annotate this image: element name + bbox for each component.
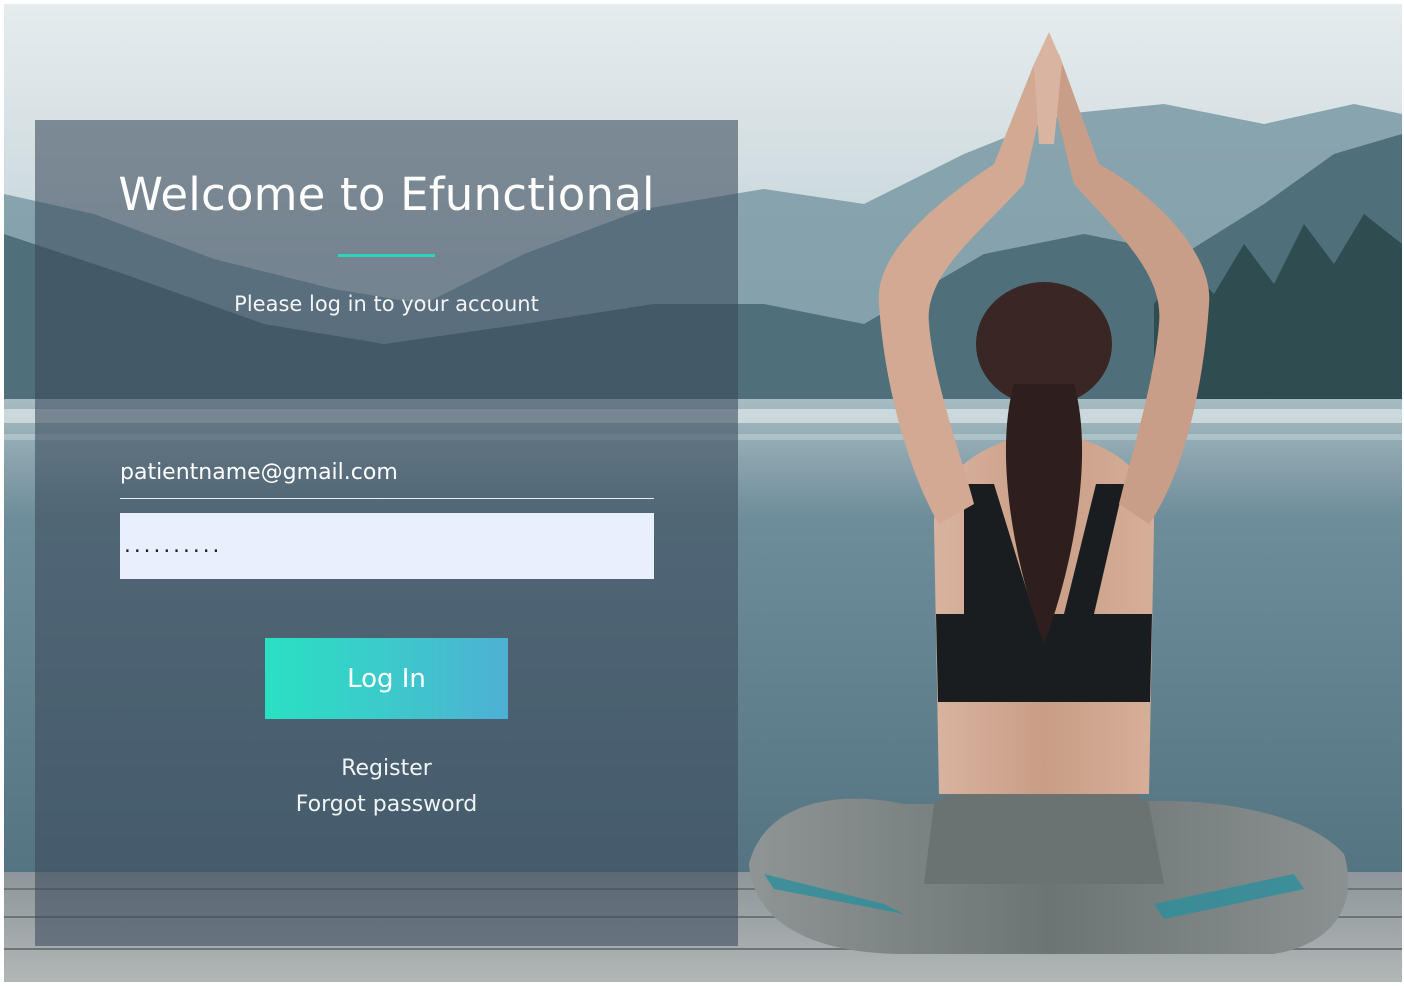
email-field[interactable] [120, 446, 654, 499]
login-panel: Welcome to Efunctional Please log in to … [35, 120, 738, 946]
login-subtitle: Please log in to your account [234, 292, 539, 316]
page-frame: Welcome to Efunctional Please log in to … [4, 4, 1402, 982]
title-underline [338, 254, 435, 257]
welcome-title: Welcome to Efunctional [118, 168, 655, 221]
password-field[interactable] [120, 513, 654, 579]
register-link[interactable]: Register [35, 756, 738, 781]
forgot-password-link[interactable]: Forgot password [35, 792, 738, 817]
login-button[interactable]: Log In [265, 638, 508, 719]
